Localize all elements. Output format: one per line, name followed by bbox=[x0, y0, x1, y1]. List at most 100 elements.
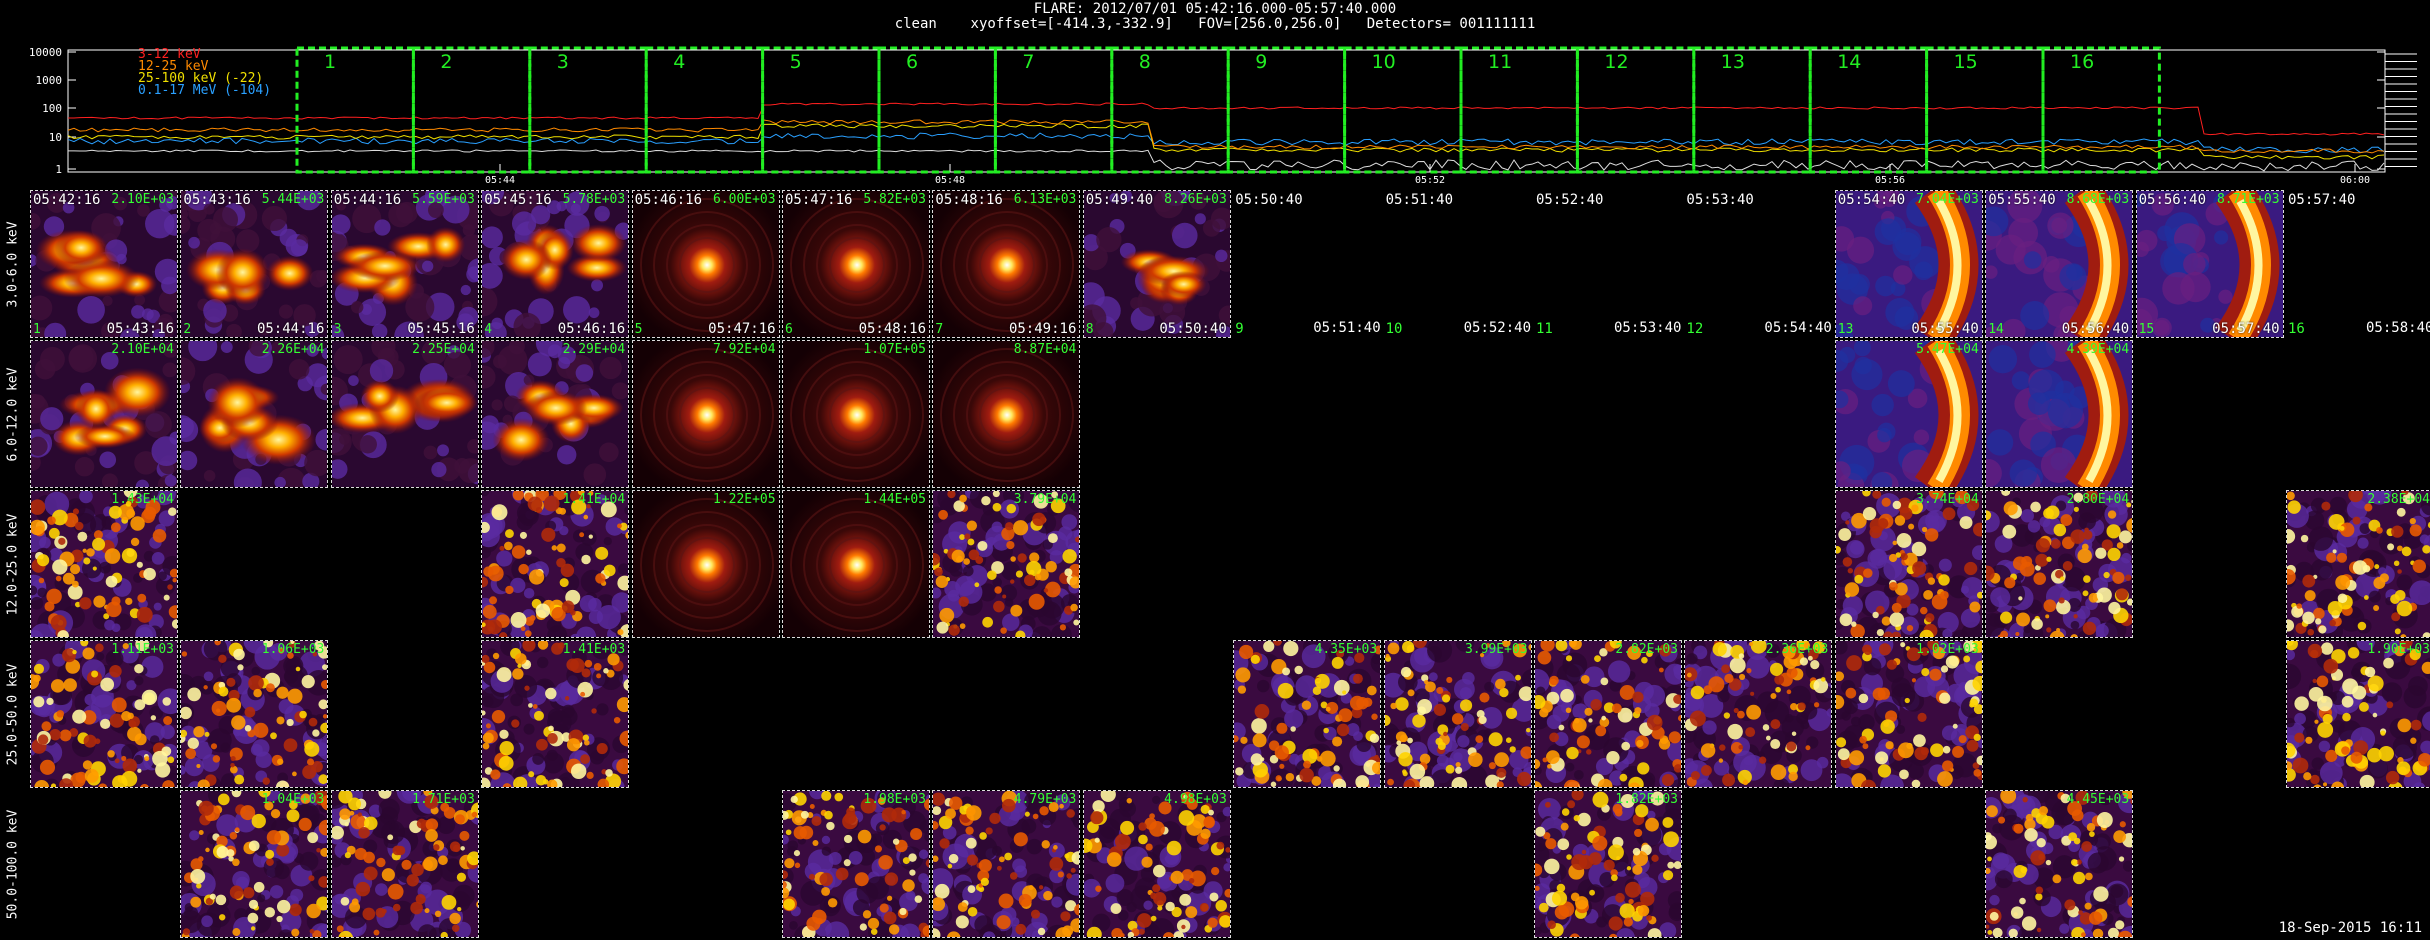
flare-image-tile[interactable]: 8.68E+03 05:55:40 05:56:40 14 bbox=[1985, 190, 2134, 338]
flare-image bbox=[1986, 791, 2133, 937]
image-max-value: 2.26E+04 bbox=[261, 342, 325, 357]
image-end-time: 05:56:40 bbox=[2061, 321, 2130, 337]
flare-image bbox=[2136, 191, 2283, 337]
image-end-time: 05:43:16 bbox=[106, 321, 174, 337]
flare-image-tile[interactable]: 5.78E+03 05:45:16 05:46:16 4 bbox=[481, 190, 630, 338]
image-end-time: 05:57:40 bbox=[2212, 321, 2280, 337]
flare-image bbox=[331, 791, 478, 937]
flare-image-tile[interactable]: 2.10E+04 bbox=[30, 340, 178, 488]
energy-band-label: 12.0-25.0 keV bbox=[2, 490, 24, 638]
flare-image-tile[interactable]: 4.98E+03 bbox=[1082, 790, 1231, 938]
flare-image-tile[interactable]: 2.82E+03 bbox=[1534, 640, 1682, 788]
flare-image-tile[interactable]: 1.06E+03 bbox=[180, 640, 329, 788]
flare-image-tile[interactable]: 1.07E+05 bbox=[782, 340, 930, 488]
flare-image-tile[interactable]: 1.71E+03 bbox=[330, 790, 479, 938]
time-bin-box bbox=[1343, 46, 1463, 174]
flare-image-tile[interactable]: 5.47E+04 bbox=[1834, 340, 1983, 488]
image-end-time: 05:44:16 bbox=[256, 321, 325, 337]
flare-image-tile[interactable]: 1.02E+03 bbox=[1834, 640, 1983, 788]
flare-image-tile[interactable]: 3.74E+04 bbox=[1834, 490, 1983, 638]
time-bin-number: 16 bbox=[2288, 321, 2305, 337]
flare-image-tile[interactable]: 5.44E+03 05:43:16 05:44:16 2 bbox=[180, 190, 329, 338]
image-max-value: 1.43E+04 bbox=[111, 492, 174, 507]
flare-image bbox=[181, 191, 328, 337]
y-tick-label: 1 bbox=[55, 163, 62, 176]
image-max-value: 2.80E+04 bbox=[2066, 492, 2130, 507]
time-bin-number: 1 bbox=[33, 322, 41, 337]
flare-image-tile[interactable]: 1.43E+04 bbox=[30, 490, 178, 638]
flare-image-tile[interactable]: 1.41E+04 bbox=[481, 490, 630, 638]
image-max-value: 5.44E+03 bbox=[261, 192, 325, 207]
flare-image-tile[interactable]: 2.26E+04 bbox=[180, 340, 329, 488]
flare-image-tile[interactable]: 2.36E+03 bbox=[1684, 640, 1833, 788]
flare-image-tile[interactable]: 6.00E+03 05:46:16 05:47:16 5 bbox=[631, 190, 780, 338]
flare-image-tile[interactable]: 2.10E+03 05:42:16 05:43:16 1 bbox=[30, 190, 178, 338]
flare-image bbox=[482, 191, 629, 337]
flare-image-tile[interactable]: 2.38E+04 bbox=[2286, 490, 2430, 638]
flare-image bbox=[1986, 341, 2133, 487]
image-end-time: 05:46:16 bbox=[557, 321, 626, 337]
time-bin-box bbox=[1808, 46, 1929, 174]
flare-image-tile[interactable]: 3.99E+03 bbox=[1383, 640, 1532, 788]
flare-image bbox=[331, 191, 478, 337]
time-bin-label: 7 bbox=[1022, 51, 1034, 73]
time-bin-number: 4 bbox=[484, 322, 493, 337]
flare-image-tile[interactable]: 4.45E+03 bbox=[1985, 790, 2134, 938]
time-bin-box bbox=[1110, 46, 1230, 174]
flare-image-tile[interactable]: 6.13E+03 05:48:16 05:49:16 7 bbox=[932, 190, 1081, 338]
legend-entry: 0.1-17 MeV (-104) bbox=[138, 83, 271, 98]
flare-image-tile[interactable]: 8.26E+03 05:49:40 05:50:40 8 bbox=[1082, 190, 1231, 338]
flare-image bbox=[482, 491, 629, 637]
flare-image bbox=[933, 341, 1080, 487]
image-max-value: 1.44E+05 bbox=[863, 492, 926, 507]
image-max-value: 4.79E+03 bbox=[1013, 792, 1077, 807]
image-max-value: 8.71E+03 bbox=[2216, 192, 2280, 207]
flare-image bbox=[783, 491, 929, 637]
flare-image bbox=[1384, 641, 1531, 787]
image-end-time: 05:48:16 bbox=[858, 321, 926, 337]
image-end-time: 05:58:40 bbox=[2366, 320, 2430, 336]
flare-image-tile[interactable]: 1.82E+03 bbox=[1534, 790, 1682, 938]
image-start-time: 05:57:40 bbox=[2288, 192, 2356, 208]
flare-image-tile[interactable]: 4.35E+03 bbox=[1233, 640, 1382, 788]
x-tick-label: 06:00 bbox=[2340, 175, 2370, 185]
energy-band-label: 6.0-12.0 keV bbox=[2, 340, 24, 488]
flare-image-tile[interactable]: 7.04E+03 05:54:40 05:55:40 13 bbox=[1834, 190, 1983, 338]
image-max-value: 4.98E+03 bbox=[1164, 792, 1227, 807]
image-start-time: 05:49:40 bbox=[1085, 192, 1154, 208]
flare-image-tile[interactable]: 8.87E+04 bbox=[932, 340, 1081, 488]
image-max-value: 1.02E+03 bbox=[1916, 642, 1979, 657]
flare-image bbox=[1535, 791, 1681, 937]
flare-image-tile[interactable]: 3.79E+04 bbox=[932, 490, 1081, 638]
flare-image-tile[interactable]: 2.80E+04 bbox=[1985, 490, 2134, 638]
flare-image bbox=[783, 191, 929, 337]
flare-image-tile[interactable]: 4.79E+03 bbox=[932, 790, 1081, 938]
flare-image-tile[interactable]: 1.22E+05 bbox=[631, 490, 780, 638]
image-max-value: 2.10E+03 bbox=[111, 192, 174, 207]
flare-image-tile[interactable]: 1.41E+03 bbox=[481, 640, 630, 788]
flare-image-tile[interactable]: 8.71E+03 05:56:40 05:57:40 15 bbox=[2135, 190, 2284, 338]
flare-image bbox=[1835, 191, 1982, 337]
flare-image-tile[interactable]: 2.29E+04 bbox=[481, 340, 630, 488]
flare-image-tile[interactable]: 1.98E+03 bbox=[782, 790, 930, 938]
flare-image-tile[interactable]: 7.92E+04 bbox=[631, 340, 780, 488]
image-max-value: 1.90E+03 bbox=[2367, 642, 2430, 657]
image-max-value: 4.39E+04 bbox=[2066, 342, 2130, 357]
time-bin-number: 6 bbox=[785, 322, 793, 337]
time-bin-number: 8 bbox=[1085, 322, 1094, 337]
image-max-value: 4.45E+03 bbox=[2066, 792, 2130, 807]
image-end-time: 05:47:16 bbox=[708, 321, 776, 337]
flare-image-tile[interactable]: 5.59E+03 05:44:16 05:45:16 3 bbox=[330, 190, 479, 338]
flare-image-tile[interactable]: 2.25E+04 bbox=[330, 340, 479, 488]
image-max-value: 1.11E+03 bbox=[111, 642, 174, 657]
energy-band-label: 3.0-6.0 keV bbox=[2, 190, 24, 338]
flare-image-tile[interactable]: 1.44E+05 bbox=[782, 490, 930, 638]
flare-image-tile[interactable]: 5.82E+03 05:47:16 05:48:16 6 bbox=[782, 190, 930, 338]
flare-image-tile[interactable]: 4.39E+04 bbox=[1985, 340, 2134, 488]
flare-image-tile[interactable]: 1.11E+03 bbox=[30, 640, 178, 788]
y-tick-label: 1000 bbox=[36, 74, 63, 87]
time-bin-label: 10 bbox=[1372, 51, 1396, 73]
flare-image-tile[interactable]: 1.04E+03 bbox=[180, 790, 329, 938]
flare-image-tile[interactable]: 1.90E+03 bbox=[2286, 640, 2430, 788]
time-bin-box bbox=[528, 46, 648, 174]
